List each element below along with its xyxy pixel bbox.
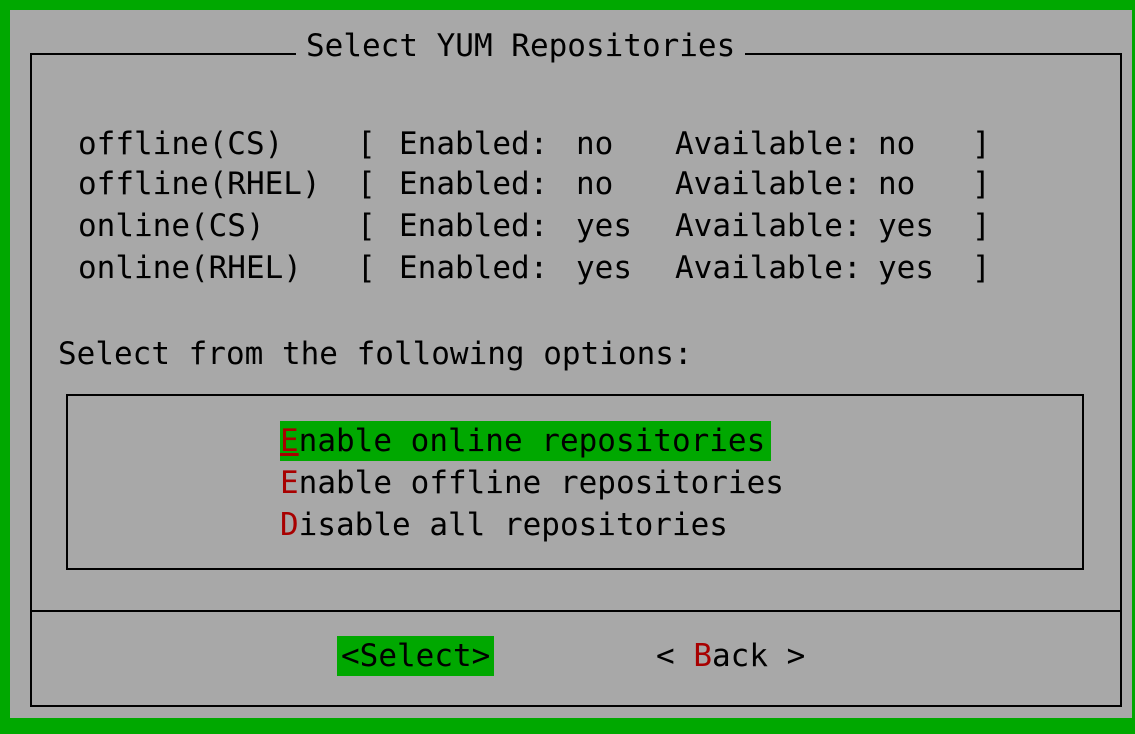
repo-bracket-close: ] bbox=[972, 250, 991, 286]
repo-row: offline(RHEL) [ Enabled: no Available: n… bbox=[78, 164, 991, 204]
repo-bracket-close: ] bbox=[972, 126, 991, 162]
repo-row: online(CS) [ Enabled: yes Available: yes… bbox=[78, 206, 991, 246]
menu-item-label: nable online repositories bbox=[298, 423, 766, 459]
frame-bottom-border bbox=[30, 705, 1122, 707]
repo-name: online(RHEL) bbox=[78, 250, 302, 286]
repo-name: online(CS) bbox=[78, 208, 265, 244]
menu-item-enable-offline[interactable]: Enable offline repositories bbox=[280, 463, 790, 503]
repo-available-label: Available: bbox=[675, 208, 862, 244]
repo-available-value: yes bbox=[878, 208, 934, 244]
repo-available-label: Available: bbox=[675, 166, 862, 202]
options-prompt: Select from the following options: bbox=[58, 336, 693, 372]
repo-enabled-value: yes bbox=[576, 250, 632, 286]
repo-enabled-label: Enabled: bbox=[399, 208, 549, 244]
repo-available-label: Available: bbox=[675, 250, 862, 286]
repo-bracket-close: ] bbox=[972, 166, 991, 202]
back-button-hotkey: B bbox=[693, 638, 712, 674]
repo-enabled-label: Enabled: bbox=[399, 250, 549, 286]
repo-enabled-label: Enabled: bbox=[399, 166, 549, 202]
menu-item-disable-all[interactable]: Disable all repositories bbox=[280, 505, 734, 545]
repo-enabled-value: yes bbox=[576, 208, 632, 244]
back-button[interactable]: < Back > bbox=[656, 636, 805, 676]
repo-enabled-value: no bbox=[576, 166, 614, 202]
repo-bracket-open: [ bbox=[357, 166, 376, 202]
frame-right-border bbox=[1120, 53, 1122, 707]
repo-available-value: no bbox=[878, 166, 916, 202]
menu-item-label: isable all repositories bbox=[298, 507, 728, 543]
frame-left-border bbox=[30, 53, 32, 707]
repo-bracket-close: ] bbox=[972, 208, 991, 244]
repo-name: offline(RHEL) bbox=[78, 166, 321, 202]
repo-row: online(RHEL) [ Enabled: yes Available: y… bbox=[78, 248, 991, 288]
menu-item-hotkey: D bbox=[280, 507, 299, 543]
repo-bracket-open: [ bbox=[357, 126, 376, 162]
back-button-label: ack > bbox=[712, 638, 806, 674]
back-button-prefix: < bbox=[656, 638, 694, 674]
menu-item-enable-online[interactable]: Enable online repositories bbox=[280, 421, 772, 461]
menu-item-hotkey: E bbox=[280, 423, 299, 459]
repo-available-value: no bbox=[878, 126, 916, 162]
dialog-title: Select YUM Repositories bbox=[296, 26, 746, 66]
repo-bracket-open: [ bbox=[357, 250, 376, 286]
button-separator bbox=[30, 610, 1122, 612]
repo-enabled-value: no bbox=[576, 126, 614, 162]
select-button[interactable]: <Select> bbox=[337, 636, 495, 676]
repo-available-value: yes bbox=[878, 250, 934, 286]
repo-enabled-label: Enabled: bbox=[399, 126, 549, 162]
repo-row: offline(CS) [ Enabled: no Available: no … bbox=[78, 124, 991, 164]
menu-item-hotkey: E bbox=[280, 465, 299, 501]
repo-available-label: Available: bbox=[675, 126, 862, 162]
repo-bracket-open: [ bbox=[357, 208, 376, 244]
menu-item-label: nable offline repositories bbox=[298, 465, 784, 501]
repo-name: offline(CS) bbox=[78, 126, 284, 162]
